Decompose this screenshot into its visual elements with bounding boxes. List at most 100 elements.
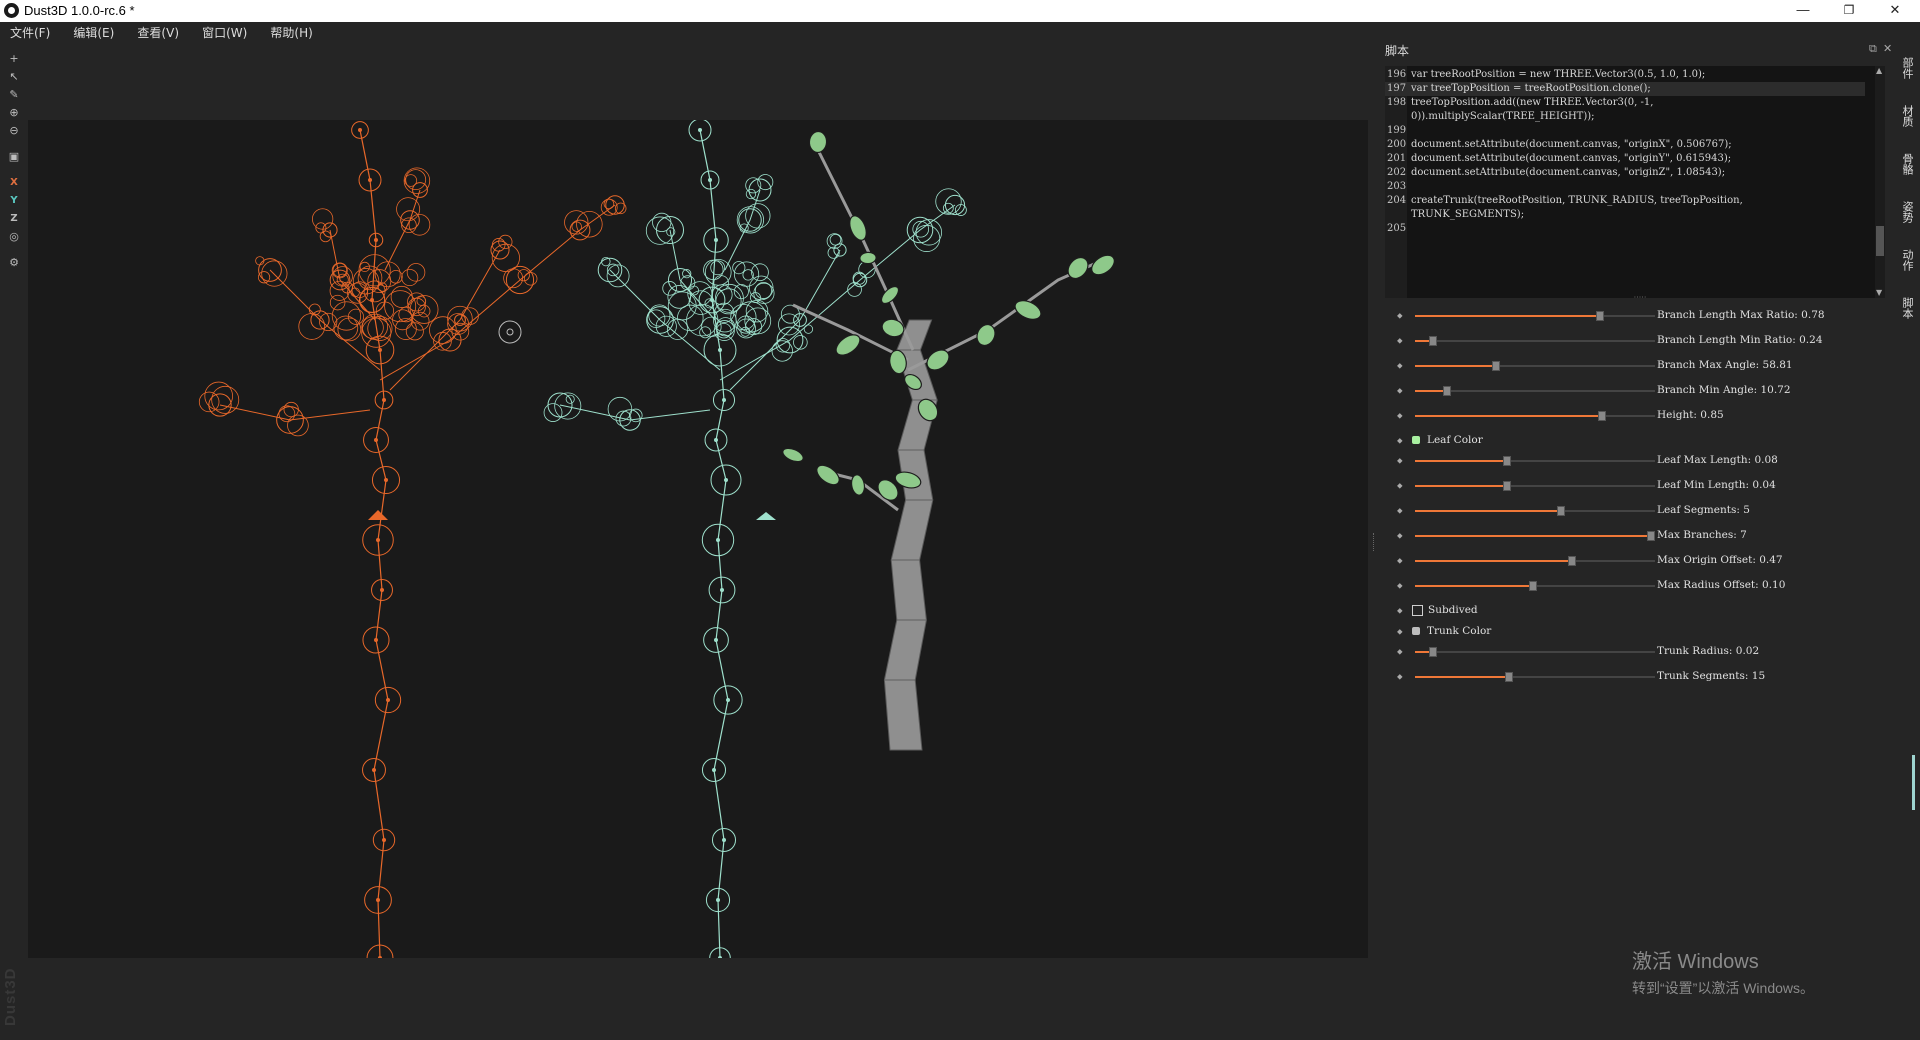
menu-file[interactable]: 文件(F) xyxy=(10,23,50,43)
side-scroll-indicator[interactable] xyxy=(1912,755,1915,810)
param-slider[interactable] xyxy=(1415,672,1655,682)
maximize-button[interactable]: ❐ xyxy=(1826,0,1872,22)
slider-handle[interactable] xyxy=(1428,647,1437,657)
pin-icon[interactable]: ⬥ xyxy=(1397,387,1404,395)
pin-icon[interactable]: ⬥ xyxy=(1397,337,1404,345)
param-slider[interactable] xyxy=(1415,456,1655,466)
code-line[interactable]: 199 xyxy=(1385,124,1865,138)
slider-handle[interactable] xyxy=(1428,336,1437,346)
pin-icon[interactable]: ⬥ xyxy=(1397,437,1404,445)
tab-bones[interactable]: 骨骼 xyxy=(1898,144,1916,184)
scroll-down-icon[interactable]: ▼ xyxy=(1876,288,1882,297)
param-label: Branch Length Max Ratio: 0.78 xyxy=(1657,309,1825,321)
code-line[interactable]: 205 xyxy=(1385,222,1865,236)
zoom-in-icon[interactable]: ⊕ xyxy=(6,104,22,120)
scene-canvas[interactable] xyxy=(28,120,1368,958)
frame-icon[interactable]: ▣ xyxy=(6,148,22,164)
tab-parts[interactable]: 部件 xyxy=(1898,48,1916,88)
pin-icon[interactable]: ⬥ xyxy=(1397,648,1404,656)
pin-icon[interactable]: ⬥ xyxy=(1397,557,1404,565)
param-slider[interactable] xyxy=(1415,411,1655,421)
param-slider[interactable] xyxy=(1415,386,1655,396)
color-label[interactable]: Trunk Color xyxy=(1427,625,1491,637)
pin-icon[interactable]: ⬥ xyxy=(1397,628,1404,636)
close-panel-icon[interactable]: ✕ xyxy=(1883,42,1892,55)
code-line[interactable]: 198 treeTopPosition.add((new THREE.Vector… xyxy=(1385,96,1865,110)
pin-icon[interactable]: ⬥ xyxy=(1397,607,1404,615)
add-node-icon[interactable]: + xyxy=(6,50,22,66)
tab-poses[interactable]: 姿势 xyxy=(1898,192,1916,232)
slider-handle[interactable] xyxy=(1503,481,1512,491)
code-line[interactable]: 203 xyxy=(1385,180,1865,194)
float-panel-icon[interactable]: ⧉ xyxy=(1869,42,1877,56)
color-label[interactable]: Leaf Color xyxy=(1427,434,1483,446)
paint-brush-icon[interactable]: ✎ xyxy=(6,86,22,102)
color-swatch[interactable] xyxy=(1412,436,1420,444)
subdived-checkbox[interactable] xyxy=(1412,605,1423,616)
editor-scrollbar[interactable]: ▲ ▼ xyxy=(1875,66,1885,298)
menu-help[interactable]: 帮助(H) xyxy=(270,23,312,43)
slider-handle[interactable] xyxy=(1647,531,1655,541)
menu-edit[interactable]: 编辑(E) xyxy=(73,23,114,43)
zoom-out-icon[interactable]: ⊖ xyxy=(6,122,22,138)
y-mirror-icon[interactable]: Y xyxy=(6,192,22,208)
param-slider[interactable] xyxy=(1415,581,1655,591)
pin-icon[interactable]: ⬥ xyxy=(1397,507,1404,515)
slider-handle[interactable] xyxy=(1491,361,1500,371)
slider-handle[interactable] xyxy=(1568,556,1577,566)
code-line[interactable]: 201 document.setAttribute(document.canvas… xyxy=(1385,152,1865,166)
teal-tree-crown-ring xyxy=(732,261,746,275)
pin-icon[interactable]: ⬥ xyxy=(1397,532,1404,540)
x-mirror-icon[interactable]: X xyxy=(6,174,22,190)
code-line[interactable]: 200 document.setAttribute(document.canvas… xyxy=(1385,138,1865,152)
pin-icon[interactable]: ⬥ xyxy=(1397,482,1404,490)
code-line[interactable]: TRUNK_SEGMENTS); xyxy=(1385,208,1865,222)
param-slider[interactable] xyxy=(1415,481,1655,491)
code-line[interactable]: 204 createTrunk(treeRootPosition, TRUNK_R… xyxy=(1385,194,1865,208)
tab-script[interactable]: 脚本 xyxy=(1898,288,1916,328)
pin-icon[interactable]: ⬥ xyxy=(1397,412,1404,420)
param-slider[interactable] xyxy=(1415,556,1655,566)
menu-view[interactable]: 查看(V) xyxy=(137,23,179,43)
color-swatch[interactable] xyxy=(1412,627,1420,635)
slider-handle[interactable] xyxy=(1528,581,1537,591)
checkbox-label[interactable]: Subdived xyxy=(1428,604,1478,616)
scroll-thumb[interactable] xyxy=(1876,226,1884,256)
slider-handle[interactable] xyxy=(1556,506,1565,516)
param-slider[interactable] xyxy=(1415,336,1655,346)
close-button[interactable]: ✕ xyxy=(1872,0,1918,22)
script-editor[interactable]: 196 var treeRootPosition = new THREE.Vect… xyxy=(1385,66,1885,298)
minimize-button[interactable]: — xyxy=(1780,0,1826,22)
slider-handle[interactable] xyxy=(1505,672,1514,682)
z-mirror-icon[interactable]: Z xyxy=(6,210,22,226)
pin-icon[interactable]: ⬥ xyxy=(1397,582,1404,590)
pin-icon[interactable]: ⬥ xyxy=(1397,312,1404,320)
tab-motions[interactable]: 动作 xyxy=(1898,240,1916,280)
menu-window[interactable]: 窗口(W) xyxy=(202,23,247,43)
pin-icon[interactable]: ⬥ xyxy=(1397,362,1404,370)
pin-icon[interactable]: ⬥ xyxy=(1397,457,1404,465)
tab-materials[interactable]: 材质 xyxy=(1898,96,1916,136)
code-line[interactable]: 196 var treeRootPosition = new THREE.Vect… xyxy=(1385,68,1865,82)
slider-handle[interactable] xyxy=(1503,456,1512,466)
slider-handle[interactable] xyxy=(1598,411,1607,421)
select-pointer-icon[interactable]: ↖ xyxy=(6,68,22,84)
radius-lock-icon[interactable]: ◎ xyxy=(6,228,22,244)
settings-icon[interactable]: ⚙ xyxy=(6,254,22,270)
teal-tree-node-dot xyxy=(708,178,712,182)
code-line[interactable]: 197 var treeTopPosition = treeRootPositio… xyxy=(1385,82,1865,96)
slider-handle[interactable] xyxy=(1595,311,1604,321)
model-viewport[interactable] xyxy=(28,120,1368,958)
param-slider[interactable] xyxy=(1415,361,1655,371)
slider-handle[interactable] xyxy=(1442,386,1451,396)
param-slider[interactable] xyxy=(1415,311,1655,321)
scroll-up-icon[interactable]: ▲ xyxy=(1876,66,1882,75)
editor-splitter-handle[interactable]: ····· xyxy=(1630,294,1650,302)
panel-splitter[interactable] xyxy=(1373,533,1377,551)
param-slider[interactable] xyxy=(1415,647,1655,657)
code-line[interactable]: 0)).multiplyScalar(TREE_HEIGHT)); xyxy=(1385,110,1865,124)
param-slider[interactable] xyxy=(1415,531,1655,541)
pin-icon[interactable]: ⬥ xyxy=(1397,673,1404,681)
code-line[interactable]: 202 document.setAttribute(document.canvas… xyxy=(1385,166,1865,180)
param-slider[interactable] xyxy=(1415,506,1655,516)
